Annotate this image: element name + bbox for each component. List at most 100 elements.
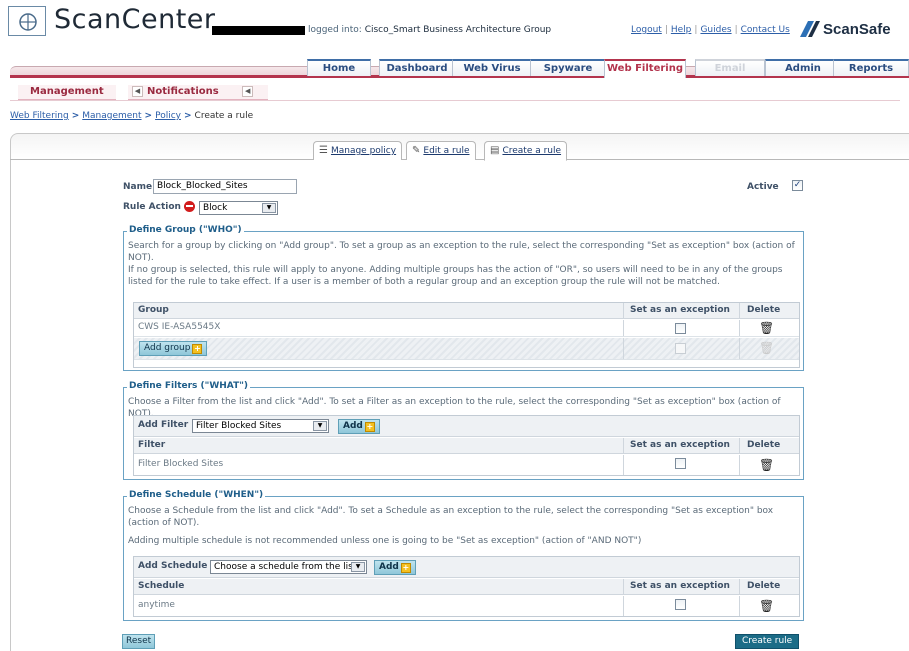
add-group-button[interactable]: Add group +	[139, 341, 208, 356]
filter-col-header: Filter	[138, 440, 166, 450]
subnav-management[interactable]: Management	[18, 85, 116, 101]
reset-button[interactable]: Reset	[122, 634, 156, 649]
filter-select[interactable]: Filter Blocked Sites ▼	[192, 419, 329, 433]
subnav-notifications[interactable]: ◀ Notifications ◀	[128, 85, 268, 101]
create-rule-button[interactable]: Create rule	[735, 634, 800, 649]
add-schedule-label: Add Schedule	[138, 561, 208, 571]
org-name: Cisco_Smart Business Architecture Group	[364, 25, 552, 35]
breadcrumb-web-filtering[interactable]: Web Filtering	[10, 111, 69, 121]
globe-icon	[8, 6, 46, 36]
group-name: CWS IE-ASA5545X	[138, 322, 221, 332]
define-schedule-desc2: Adding multiple schedule is not recommen…	[128, 536, 642, 546]
rule-action-select[interactable]: Block ▼	[199, 201, 278, 215]
tab-web-virus[interactable]: Web Virus	[452, 59, 532, 76]
subtab-manage-policy[interactable]: ☰ Manage policy	[313, 141, 403, 160]
subtab-edit-rule-label: Edit a rule	[423, 146, 470, 156]
plus-icon: +	[364, 422, 375, 432]
chevron-down-icon: ▼	[313, 421, 327, 431]
schedule-select[interactable]: Choose a schedule from the list ▼	[210, 560, 367, 574]
schedule-name: anytime	[138, 600, 175, 610]
define-group-title: Define Group ("WHO")	[127, 225, 244, 235]
chevron-down-icon: ▼	[262, 203, 276, 213]
tab-admin[interactable]: Admin	[765, 59, 841, 76]
group-table-header: Group Set as an exception Delete	[134, 303, 799, 319]
schedule-col-header: Schedule	[138, 581, 185, 591]
exception-col-header: Set as an exception	[630, 581, 730, 591]
list-icon: ☰	[319, 145, 328, 156]
breadcrumb-current: Create a rule	[194, 111, 254, 121]
tab-email: Email	[695, 59, 765, 76]
add-schedule-button[interactable]: Add +	[374, 560, 416, 575]
tab-web-filtering[interactable]: Web Filtering	[604, 59, 686, 78]
define-schedule-title: Define Schedule ("WHEN")	[127, 490, 266, 500]
breadcrumb: Web Filtering > Management > Policy > Create a…	[10, 111, 254, 121]
guides-link[interactable]: Guides	[700, 25, 731, 35]
filter-name: Filter Blocked Sites	[138, 459, 224, 469]
filter-exception-checkbox[interactable]	[675, 458, 686, 469]
rule-action-label: Rule Action	[123, 202, 181, 212]
define-group-desc2: If no group is selected, this rule will …	[128, 265, 783, 287]
add-filter-row: Add Filter Filter Blocked Sites ▼ Add +	[134, 416, 799, 437]
plus-icon: +	[192, 344, 203, 354]
app-title: ScanCenter	[54, 4, 216, 35]
subtab-edit-rule[interactable]: ✎ Edit a rule	[406, 141, 476, 160]
subnav-management-label: Management	[30, 86, 104, 97]
group-exception-checkbox[interactable]	[675, 323, 686, 334]
group-col-header: Group	[138, 305, 169, 315]
help-link[interactable]: Help	[671, 25, 692, 35]
edit-icon: ✎	[412, 145, 421, 156]
subtab-create-rule[interactable]: ▤ Create a rule	[484, 141, 568, 161]
table-row: Filter Blocked Sites 🗑	[134, 455, 799, 475]
schedule-select-value: Choose a schedule from the list	[214, 562, 357, 572]
plus-icon: +	[400, 563, 411, 573]
breadcrumb-policy[interactable]: Policy	[155, 111, 181, 121]
tab-reports[interactable]: Reports	[833, 59, 909, 76]
filter-select-value: Filter Blocked Sites	[196, 421, 282, 431]
rule-action-value: Block	[203, 203, 228, 213]
add-schedule-btn-label: Add	[379, 562, 399, 572]
define-filters-title: Define Filters ("WHAT")	[127, 381, 251, 391]
define-filters-section: Define Filters ("WHAT") Choose a Filter …	[123, 381, 804, 480]
chevron-down-icon: ▼	[351, 562, 365, 572]
filter-table: Add Filter Filter Blocked Sites ▼ Add + Fi…	[133, 415, 800, 476]
tab-home[interactable]: Home	[307, 59, 371, 76]
name-input[interactable]: Block_Blocked_Sites	[153, 179, 297, 194]
define-group-desc1: Search for a group by clicking on "Add g…	[128, 241, 795, 263]
delete-col-header: Delete	[747, 305, 781, 315]
header: ScanCenter logged into: Cisco_Smart Busi…	[0, 0, 909, 48]
name-label: Name	[123, 182, 153, 192]
arrow-left-icon[interactable]: ◀	[132, 86, 143, 97]
define-group-section: Define Group ("WHO") Search for a group …	[123, 225, 804, 371]
logout-link[interactable]: Logout	[631, 25, 662, 35]
add-filter-label: Add Filter	[138, 420, 189, 430]
trash-icon[interactable]: 🗑	[759, 322, 774, 335]
tab-spyware[interactable]: Spyware	[530, 59, 606, 76]
logged-into-label: logged into:	[308, 25, 362, 35]
table-row: anytime 🗑	[134, 596, 799, 616]
add-filter-btn-label: Add	[343, 421, 363, 431]
trash-icon[interactable]: 🗑	[759, 600, 774, 613]
subnav-divider	[10, 100, 900, 101]
contact-us-link[interactable]: Contact Us	[741, 25, 790, 35]
delete-col-header: Delete	[747, 440, 781, 450]
brand-name: ScanSafe	[823, 21, 891, 38]
trash-icon[interactable]: 🗑	[759, 459, 774, 472]
trash-icon: 🗑	[759, 341, 775, 355]
add-rule-icon: ▤	[490, 145, 500, 156]
arrow-left-icon[interactable]: ◀	[242, 86, 254, 97]
logged-into-text: logged into: Cisco_Smart Business Archit…	[308, 25, 551, 35]
add-schedule-row: Add Schedule Choose a schedule from the …	[134, 557, 799, 578]
add-filter-button[interactable]: Add +	[338, 419, 380, 434]
table-row: CWS IE-ASA5545X 🗑	[134, 320, 799, 337]
schedule-table: Add Schedule Choose a schedule from the …	[133, 556, 800, 617]
add-group-label: Add group	[144, 343, 191, 353]
tab-dashboard[interactable]: Dashboard	[379, 59, 455, 76]
define-schedule-section: Define Schedule ("WHEN") Choose a Schedu…	[123, 490, 804, 621]
schedule-exception-checkbox[interactable]	[675, 599, 686, 610]
active-checkbox[interactable]: ✓	[792, 180, 803, 191]
define-schedule-desc1: Choose a Schedule from the list and clic…	[128, 506, 774, 528]
scansafe-logo-icon	[800, 21, 820, 37]
delete-col-header: Delete	[747, 581, 781, 591]
redacted-username	[212, 26, 305, 35]
breadcrumb-management[interactable]: Management	[82, 111, 141, 121]
